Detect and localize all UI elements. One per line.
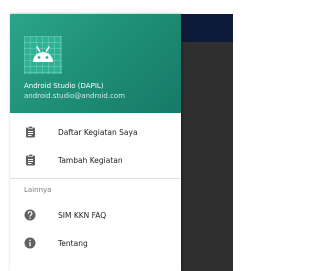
- status-bar: [0, 0, 247, 14]
- screen: Android Studio (DAPIL) android.studio@an…: [0, 0, 247, 271]
- primary-menu-group: Daftar Kegiatan Saya Tambah Kegiatan: [10, 113, 181, 174]
- account-email: android.studio@android.com: [24, 92, 126, 100]
- clipboard-icon: [24, 154, 36, 166]
- menu-item-tentang[interactable]: Tentang: [10, 229, 181, 257]
- menu-item-label: Tentang: [58, 238, 88, 248]
- menu-item-tambah-kegiatan[interactable]: Tambah Kegiatan: [10, 146, 181, 174]
- help-circle-icon: [24, 209, 36, 221]
- info-circle-icon: [24, 237, 36, 249]
- android-robot-icon: [33, 46, 53, 62]
- clipboard-icon: [24, 126, 36, 138]
- app-content-behind-drawer[interactable]: [181, 14, 233, 271]
- menu-item-sim-kkn-faq[interactable]: SIM KKN FAQ: [10, 201, 181, 229]
- menu-item-label: SIM KKN FAQ: [58, 210, 107, 220]
- screen-edge: [233, 14, 247, 271]
- section-header-lainnya: Lainnya: [24, 186, 52, 194]
- app-toolbar: [181, 14, 233, 42]
- menu-item-daftar-kegiatan-saya[interactable]: Daftar Kegiatan Saya: [10, 118, 181, 146]
- avatar[interactable]: [24, 36, 62, 74]
- drawer-header: Android Studio (DAPIL) android.studio@an…: [10, 14, 181, 113]
- navigation-drawer: Android Studio (DAPIL) android.studio@an…: [10, 14, 181, 271]
- account-name: Android Studio (DAPIL): [24, 82, 104, 90]
- menu-item-label: Tambah Kegiatan: [58, 155, 123, 165]
- menu-item-label: Daftar Kegiatan Saya: [58, 127, 138, 137]
